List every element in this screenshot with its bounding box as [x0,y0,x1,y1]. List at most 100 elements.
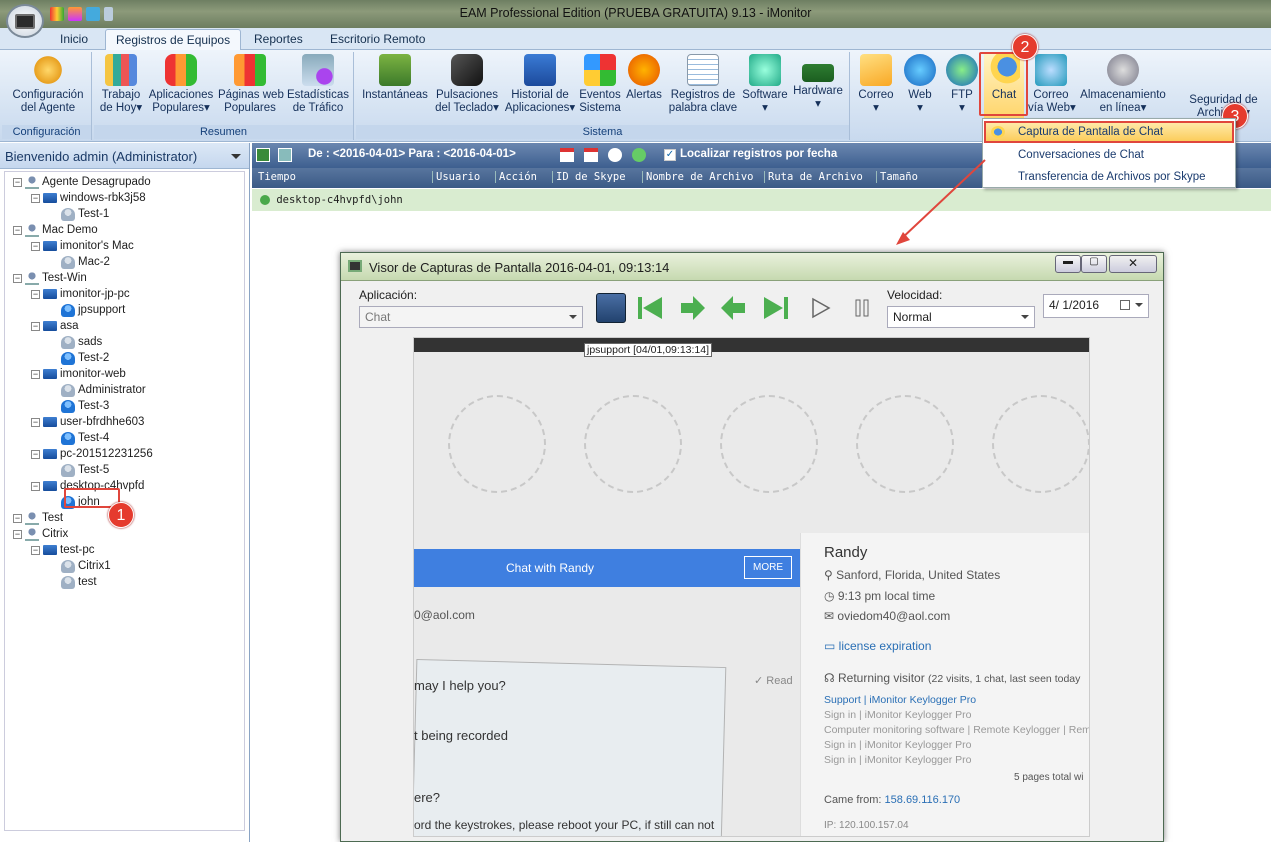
tree-node[interactable]: − pc-201512231256 [31,446,153,462]
tree-node[interactable]: − Test-Win [13,270,87,286]
tree-node[interactable]: Administrator [49,382,146,398]
tree-node[interactable]: − Test [13,510,63,526]
almacenamiento-button[interactable]: Almacenamiento en línea▾ [1078,54,1168,114]
tree-node[interactable]: − Mac Demo [13,222,98,238]
col-skype-id[interactable]: ID de Skype [552,171,626,183]
tree-node[interactable]: Test-5 [49,462,109,478]
excel-export-icon[interactable] [256,148,270,162]
collapse-icon[interactable]: − [31,289,40,299]
col-ruta-archivo[interactable]: Ruta de Archivo [764,171,863,183]
calendar-icon[interactable] [560,148,574,162]
collapse-icon[interactable]: − [31,369,40,379]
expand-icon[interactable] [260,195,270,205]
clock-icon[interactable] [608,148,622,162]
collapse-icon[interactable]: − [13,177,22,187]
tree-node[interactable]: Test-4 [49,430,109,446]
collapse-icon[interactable]: − [31,449,40,459]
tree-node-label: Test-2 [78,352,110,364]
refresh-icon[interactable] [278,148,292,162]
tab-inicio[interactable]: Inicio [50,29,98,50]
web-button[interactable]: Web ▾ [900,54,940,114]
col-nombre-archivo[interactable]: Nombre de Archivo [642,171,753,183]
collapse-icon[interactable]: − [31,481,40,491]
tree-node[interactable]: − windows-rbk3j58 [31,190,146,206]
software-button[interactable]: Software ▾ [740,54,790,114]
tree-node[interactable]: Test-1 [49,206,109,222]
collapse-icon[interactable]: − [31,545,40,555]
registros-palabra-button[interactable]: Registros de palabra clave [666,54,740,114]
correo-button[interactable]: Correo ▾ [856,54,896,114]
menu-conversaciones-chat[interactable]: Conversaciones de Chat [1018,149,1144,161]
close-button[interactable]: ✕ [1109,255,1157,273]
tree-node[interactable]: − imonitor's Mac [31,238,134,254]
tree-node[interactable]: − imonitor-web [31,366,126,382]
palabra-label-1: Registros de [670,89,736,101]
tree-node[interactable]: Citrix1 [49,558,111,574]
tab-escritorio-remoto[interactable]: Escritorio Remoto [320,29,435,50]
collapse-icon[interactable]: − [13,225,22,235]
pulsaciones-button[interactable]: Pulsaciones del Teclado▾ [432,54,502,114]
col-tamano[interactable]: Tamaño [876,171,918,183]
locate-by-date-checkbox[interactable]: ✓ [664,149,676,161]
tree-node[interactable]: sads [49,334,102,350]
tree-node[interactable]: Test-2 [49,350,109,366]
col-accion[interactable]: Acción [495,171,537,183]
tab-reportes[interactable]: Reportes [244,29,313,50]
historial-apps-button[interactable]: Historial de Aplicaciones▾ [504,54,576,114]
collapse-icon[interactable]: − [31,193,40,203]
search-icon[interactable] [632,148,646,162]
tree-node-label: windows-rbk3j58 [60,192,146,204]
tree-node[interactable]: − Citrix [13,526,68,542]
tree-node[interactable]: − asa [31,318,79,334]
menu-transferencia-skype[interactable]: Transferencia de Archivos por Skype [1018,171,1206,183]
tree-node[interactable]: − user-bfrdhhe603 [31,414,144,430]
web-populares-button[interactable]: Páginas web Populares [218,54,284,114]
tab-registros[interactable]: Registros de Equipos [105,29,242,50]
collapse-icon[interactable]: − [31,417,40,427]
instantaneas-button[interactable]: Instantáneas [360,54,430,102]
calendar-icon[interactable] [584,148,598,162]
collapse-icon[interactable]: − [13,513,22,523]
last-frame-icon[interactable] [761,293,791,323]
tree-node[interactable]: Test-3 [49,398,109,414]
col-tiempo[interactable]: Tiempo [258,171,296,183]
welcome-text: Bienvenido admin (Administrator) [5,149,198,164]
first-frame-icon[interactable] [635,293,665,323]
tree-node[interactable]: − test-pc [31,542,95,558]
play-icon[interactable] [805,293,835,323]
app-menu-button[interactable] [6,4,44,38]
previous-frame-icon[interactable] [719,293,749,323]
app-select[interactable]: Chat [359,306,583,328]
config-agent-button[interactable]: Configuración del Agente [8,54,88,114]
ftp-button[interactable]: FTP ▾ [944,54,980,114]
date-picker[interactable]: 4/ 1/2016 [1043,294,1149,318]
col-usuario[interactable]: Usuario [432,171,480,183]
tree-node[interactable]: − imonitor-jp-pc [31,286,130,302]
menu-captura-chat[interactable]: Captura de Pantalla de Chat [1018,126,1163,138]
viewer-title: Visor de Capturas de Pantalla 2016-04-01… [369,260,670,275]
apps-populares-button[interactable]: Aplicaciones Populares▾ [148,54,214,114]
collapse-icon[interactable]: − [13,529,22,539]
tree-node[interactable]: Mac-2 [49,254,110,270]
eventos-sistema-button[interactable]: Eventos Sistema [578,54,622,114]
welcome-header[interactable]: Bienvenido admin (Administrator) [0,143,249,169]
table-row[interactable]: desktop-c4hvpfd\john [252,189,1271,211]
maximize-button[interactable]: ▢ [1081,255,1107,273]
estadisticas-trafico-button[interactable]: Estadísticas de Tráfico [286,54,350,114]
tree-node[interactable]: − Agente Desagrupado [13,174,151,190]
next-frame-icon[interactable] [677,293,707,323]
tree-node[interactable]: jpsupport [49,302,125,318]
minimize-button[interactable]: ▬ [1055,255,1081,273]
collapse-icon[interactable]: − [31,321,40,331]
network-group-icon [25,271,39,285]
speed-select[interactable]: Normal [887,306,1035,328]
save-icon[interactable] [596,293,626,323]
alertas-button[interactable]: Alertas [624,54,664,102]
pause-icon[interactable] [847,293,877,323]
tree-node[interactable]: test [49,574,97,590]
collapse-icon[interactable]: − [31,241,40,251]
trabajo-hoy-button[interactable]: Trabajo de Hoy▾ [98,54,144,114]
hardware-button[interactable]: Hardware ▾ [792,54,844,110]
correo-via-web-button[interactable]: Correo vía Web▾ [1028,54,1076,114]
collapse-icon[interactable]: − [13,273,22,283]
